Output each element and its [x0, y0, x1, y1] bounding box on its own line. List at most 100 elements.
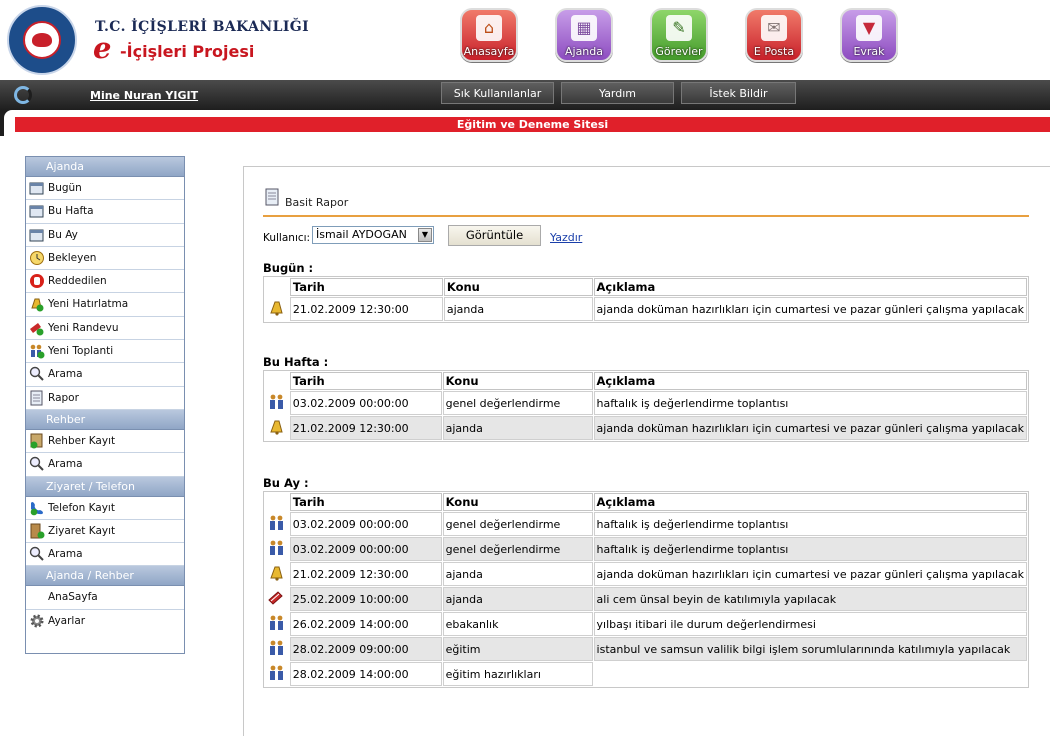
top-nav-label: Evrak — [853, 45, 885, 58]
nav-favorites-button[interactable]: Sık Kullanılanlar — [441, 82, 554, 104]
appointment-add-icon — [30, 322, 44, 336]
mail-icon: ✉ — [761, 15, 787, 41]
sidebar-item-bekleyen[interactable]: Bekleyen — [26, 247, 184, 271]
sidebar-item-yeni-randevu[interactable]: Yeni Randevu — [26, 317, 184, 341]
top-nav-evrak[interactable]: ▼ Evrak — [840, 8, 898, 62]
bell-add-icon — [31, 298, 44, 312]
contact-add-icon — [30, 433, 43, 449]
cell-date: 26.02.2009 14:00:00 — [289, 612, 442, 636]
icon-column-header — [265, 278, 289, 296]
user-name-link[interactable]: Mine Nuran YIGIT — [90, 89, 198, 102]
tasks-icon: ✎ — [666, 15, 692, 41]
calendar-today-icon — [29, 182, 44, 195]
sidebar-item-yeni-toplanti[interactable]: Yeni Toplanti — [26, 340, 184, 364]
sidebar-item-rapor[interactable]: Rapor — [26, 387, 184, 410]
table-row[interactable]: 03.02.2009 00:00:00 genel değerlendirme … — [265, 537, 1027, 561]
report-icon — [265, 188, 279, 206]
top-nav-ajanda[interactable]: ▦ Ajanda — [555, 8, 613, 62]
section-title-bugun: Bugün : — [263, 261, 314, 275]
sidebar-item-telefon-kayit[interactable]: Telefon Kayıt — [26, 497, 184, 520]
nav-help-button[interactable]: Yardım — [561, 82, 674, 104]
table-header-row: Tarih Konu Açıklama — [265, 372, 1027, 390]
cell-description: ajanda doküman hazırlıkları için cumarte… — [593, 297, 1027, 321]
column-header-tarih: Tarih — [289, 372, 442, 390]
calendar-week-icon — [29, 205, 44, 218]
cell-subject: ebakanlık — [442, 612, 593, 636]
cell-date: 03.02.2009 00:00:00 — [289, 512, 442, 536]
cell-subject: eğitim hazırlıkları — [442, 662, 593, 686]
sidebar-item-bu-ay[interactable]: Bu Ay — [26, 224, 184, 247]
column-header-konu: Konu — [442, 493, 593, 511]
cell-date: 21.02.2009 12:30:00 — [289, 416, 442, 440]
view-button[interactable]: Görüntüle — [448, 225, 541, 246]
top-nav-anasayfa[interactable]: ⌂ Anasayfa — [460, 8, 518, 62]
column-header-konu: Konu — [442, 372, 593, 390]
top-nav-label: Görevler — [655, 45, 703, 58]
meeting-icon — [269, 394, 283, 409]
table-row[interactable]: 25.02.2009 10:00:00 ajanda ali cem ünsal… — [265, 587, 1027, 611]
user-label: Kullanıcı: — [263, 232, 311, 244]
document-icon: ▼ — [856, 15, 882, 41]
meeting-icon — [269, 515, 283, 530]
sidebar-item-label: Bu Hafta — [48, 205, 94, 218]
report-table-bu-ay: Tarih Konu Açıklama 03.02.2009 00:00:00 … — [263, 491, 1029, 688]
cell-date: 28.02.2009 14:00:00 — [289, 662, 442, 686]
table-row[interactable]: 03.02.2009 00:00:00 genel değerlendirme … — [265, 512, 1027, 536]
nav-request-button[interactable]: İstek Bildir — [681, 82, 796, 104]
cell-description: ali cem ünsal beyin de katılımıyla yapıl… — [593, 587, 1027, 611]
sidebar-item-label: Ziyaret Kayıt — [48, 524, 116, 537]
sidebar-item-rehber-arama[interactable]: Arama — [26, 453, 184, 477]
cell-date: 25.02.2009 10:00:00 — [289, 587, 442, 611]
table-row[interactable]: 26.02.2009 14:00:00 ebakanlık yılbaşı it… — [265, 612, 1027, 636]
table-row[interactable]: 03.02.2009 00:00:00 genel değerlendirme … — [265, 391, 1027, 415]
search-icon — [29, 546, 44, 561]
sidebar-item-reddedilen[interactable]: Reddedilen — [26, 270, 184, 294]
sidebar-item-arama[interactable]: Arama — [26, 363, 184, 387]
top-nav-eposta[interactable]: ✉ E Posta — [745, 8, 803, 62]
report-header: Basit Rapor — [263, 187, 1029, 217]
sidebar-item-bugun[interactable]: Bugün — [26, 177, 184, 201]
table-row[interactable]: 21.02.2009 12:30:00 ajanda ajanda doküma… — [265, 562, 1027, 586]
report-table-bugun: Tarih Konu Açıklama 21.02.2009 12:30:00 … — [263, 276, 1029, 323]
table-row[interactable]: 21.02.2009 12:30:00 ajanda ajanda doküma… — [265, 297, 1027, 321]
reject-icon — [30, 274, 44, 289]
report-icon — [30, 390, 43, 406]
cell-description: istanbul ve samsun valilik bilgi işlem s… — [593, 637, 1027, 661]
sidebar-item-label: Bekleyen — [48, 251, 97, 264]
sidebar-item-label: Yeni Randevu — [48, 321, 119, 334]
table-row[interactable]: 21.02.2009 12:30:00 ajanda ajanda doküma… — [265, 416, 1027, 440]
print-link[interactable]: Yazdır — [550, 231, 582, 244]
cell-date: 28.02.2009 09:00:00 — [289, 637, 442, 661]
sidebar-item-yeni-hatirlatma[interactable]: Yeni Hatırlatma — [26, 293, 184, 317]
sidebar-item-label: Arama — [48, 548, 83, 561]
meeting-add-icon — [30, 344, 45, 359]
meeting-icon — [269, 615, 283, 630]
sidebar-item-label: AnaSayfa — [48, 591, 98, 604]
sidebar-item-ayarlar[interactable]: Ayarlar — [26, 610, 184, 633]
appointment-icon — [268, 590, 283, 605]
sidebar-item-anasayfa[interactable]: AnaSayfa — [26, 586, 184, 610]
chevron-down-icon[interactable]: ▼ — [418, 228, 432, 242]
top-nav-label: E Posta — [753, 45, 795, 58]
sidebar-item-ziyaret-arama[interactable]: Arama — [26, 543, 184, 567]
column-header-tarih: Tarih — [289, 278, 443, 296]
sidebar-item-label: Rapor — [48, 391, 79, 404]
sidebar-item-label: Rehber Kayıt — [48, 434, 116, 447]
sidebar-item-bu-hafta[interactable]: Bu Hafta — [26, 200, 184, 224]
cell-subject: genel değerlendirme — [442, 512, 593, 536]
cell-subject: ajanda — [443, 297, 593, 321]
user-select[interactable]: İsmail AYDOGAN ▼ — [312, 226, 434, 244]
top-nav-gorevler[interactable]: ✎ Görevler — [650, 8, 708, 62]
sidebar-item-rehber-kayit[interactable]: Rehber Kayıt — [26, 430, 184, 454]
sidebar-item-label: Ayarlar — [48, 614, 86, 627]
sidebar-item-ziyaret-kayit[interactable]: Ziyaret Kayıt — [26, 520, 184, 544]
ministry-seal-logo — [7, 5, 77, 75]
cell-subject: eğitim — [442, 637, 593, 661]
table-row[interactable]: 28.02.2009 09:00:00 eğitim istanbul ve s… — [265, 637, 1027, 661]
column-header-tarih: Tarih — [289, 493, 442, 511]
phone-icon — [30, 501, 43, 515]
report-table-bu-hafta: Tarih Konu Açıklama 03.02.2009 00:00:00 … — [263, 370, 1029, 442]
table-header-row: Tarih Konu Açıklama — [265, 278, 1027, 296]
table-row[interactable]: 28.02.2009 14:00:00 eğitim hazırlıkları — [265, 662, 1027, 686]
cell-subject: ajanda — [442, 562, 593, 586]
